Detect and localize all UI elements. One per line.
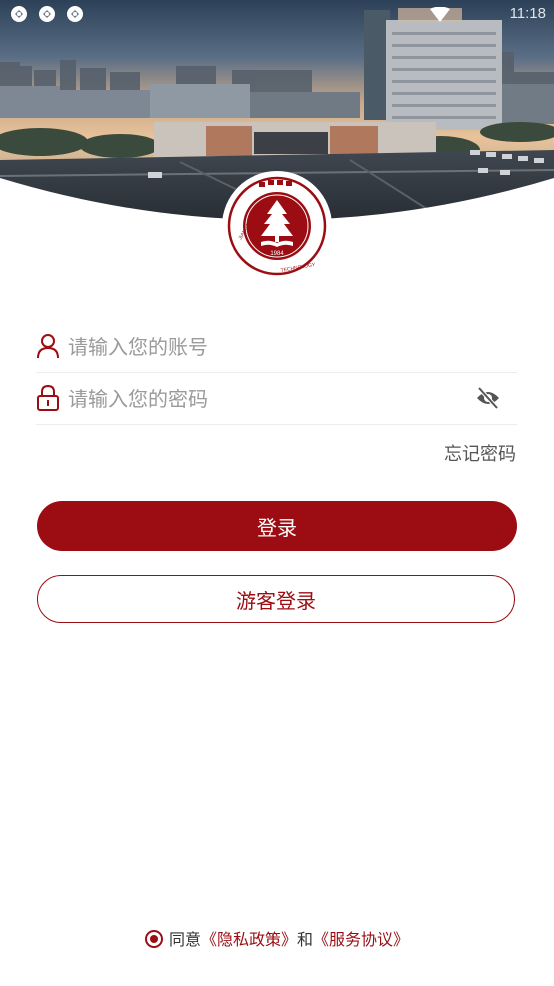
university-seal-icon: 1984 JIANGSU TECHNOLOGY — [221, 170, 333, 282]
login-button[interactable]: 登录 — [37, 501, 517, 551]
agreement-row: 同意《隐私政策》和《服务协议》 — [0, 926, 554, 950]
agreement-radio[interactable] — [144, 930, 163, 948]
password-field — [36, 372, 517, 425]
seal-year-text: 1984 — [270, 251, 284, 257]
account-field — [36, 320, 517, 373]
agreement-and: 和 — [297, 930, 314, 949]
wifi-icon — [430, 6, 450, 23]
privacy-policy-link[interactable]: 《隐私政策》 — [201, 930, 297, 949]
lock-icon — [36, 384, 60, 411]
user-icon — [36, 333, 60, 359]
eye-off-icon[interactable] — [475, 386, 501, 410]
status-time: 11:18 — [509, 5, 546, 22]
app-notification-icon — [38, 5, 56, 23]
guest-login-button[interactable]: 游客登录 — [37, 575, 515, 623]
forgot-password-link[interactable]: 忘记密码 — [444, 440, 516, 466]
status-bar: 11:18 — [0, 0, 554, 30]
service-agreement-link[interactable]: 《服务协议》 — [313, 930, 409, 949]
account-input[interactable] — [66, 328, 470, 366]
app-notification-icon — [10, 5, 28, 23]
agreement-prefix: 同意 — [168, 930, 201, 949]
app-notification-icon — [66, 5, 84, 23]
password-input[interactable] — [66, 380, 470, 418]
